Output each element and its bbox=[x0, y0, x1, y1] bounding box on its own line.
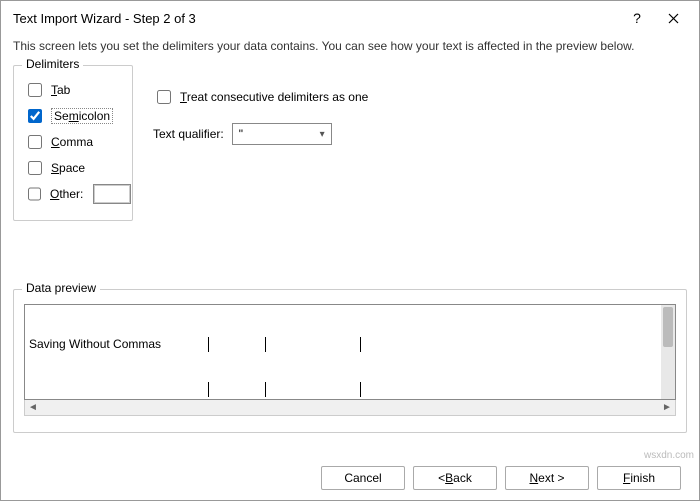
delimiter-other-label: Other: bbox=[50, 187, 83, 201]
data-preview-legend: Data preview bbox=[22, 281, 100, 295]
data-preview-group: Data preview Saving Without Commas Case … bbox=[13, 289, 687, 433]
delimiters-group: Delimiters Tab Semicolon Comma Space bbox=[13, 65, 133, 221]
text-qualifier-value: " bbox=[239, 127, 243, 141]
dialog-window: Text Import Wizard - Step 2 of 3 ? This … bbox=[0, 0, 700, 501]
horizontal-scrollbar[interactable]: ◄ ► bbox=[24, 400, 676, 416]
top-row: Delimiters Tab Semicolon Comma Space bbox=[13, 65, 687, 229]
cell bbox=[360, 337, 460, 352]
delimiter-space-label: Space bbox=[51, 161, 85, 175]
cell: Saving Without Commas bbox=[29, 337, 209, 352]
delimiter-semicolon-checkbox[interactable] bbox=[28, 109, 42, 123]
back-button[interactable]: < Back bbox=[413, 466, 497, 490]
delimiter-semicolon-label: Semicolon bbox=[51, 108, 113, 124]
treat-consecutive-row[interactable]: Treat consecutive delimiters as one bbox=[153, 87, 368, 107]
help-button[interactable]: ? bbox=[619, 4, 655, 32]
cell bbox=[265, 382, 361, 397]
delimiter-semicolon-row[interactable]: Semicolon bbox=[24, 106, 122, 126]
scroll-left-icon[interactable]: ◄ bbox=[25, 402, 41, 413]
dialog-body: Delimiters Tab Semicolon Comma Space bbox=[1, 65, 699, 456]
right-column: Treat consecutive delimiters as one Text… bbox=[153, 65, 368, 229]
next-button[interactable]: Next > bbox=[505, 466, 589, 490]
text-qualifier-row: Text qualifier: " ▾ bbox=[153, 123, 368, 145]
scrollbar-thumb[interactable] bbox=[663, 307, 673, 347]
preview-grid: Saving Without Commas Case IDHomeRegionM… bbox=[25, 305, 661, 399]
cell bbox=[208, 337, 266, 352]
delimiter-space-row[interactable]: Space bbox=[24, 158, 122, 178]
table-row bbox=[29, 382, 657, 397]
chevron-down-icon: ▾ bbox=[320, 129, 325, 140]
cancel-button[interactable]: Cancel bbox=[321, 466, 405, 490]
delimiter-tab-label: Tab bbox=[51, 83, 70, 97]
delimiter-tab-checkbox[interactable] bbox=[28, 83, 42, 97]
cell bbox=[29, 382, 209, 397]
treat-consecutive-label: Treat consecutive delimiters as one bbox=[180, 90, 368, 104]
delimiter-tab-row[interactable]: Tab bbox=[24, 80, 122, 100]
footer-buttons: Cancel < Back Next > Finish bbox=[1, 456, 699, 500]
scroll-right-icon[interactable]: ► bbox=[659, 402, 675, 413]
delimiter-space-checkbox[interactable] bbox=[28, 161, 42, 175]
delimiter-comma-label: Comma bbox=[51, 135, 93, 149]
description-text: This screen lets you set the delimiters … bbox=[1, 35, 699, 65]
preview-content[interactable]: Saving Without Commas Case IDHomeRegionM… bbox=[24, 304, 676, 400]
delimiter-other-input[interactable] bbox=[93, 184, 131, 204]
titlebar: Text Import Wizard - Step 2 of 3 ? bbox=[1, 1, 699, 35]
text-qualifier-label: Text qualifier: bbox=[153, 127, 224, 141]
vertical-scrollbar[interactable] bbox=[661, 305, 675, 399]
delimiter-comma-row[interactable]: Comma bbox=[24, 132, 122, 152]
close-icon bbox=[668, 13, 679, 24]
window-title: Text Import Wizard - Step 2 of 3 bbox=[13, 11, 619, 26]
table-row: Saving Without Commas bbox=[29, 337, 657, 352]
treat-consecutive-checkbox[interactable] bbox=[157, 90, 171, 104]
delimiters-legend: Delimiters bbox=[22, 57, 83, 71]
delimiter-other-row[interactable]: Other: bbox=[24, 184, 122, 204]
cell bbox=[208, 382, 266, 397]
cell bbox=[360, 382, 460, 397]
close-button[interactable] bbox=[655, 4, 691, 32]
text-qualifier-select[interactable]: " ▾ bbox=[232, 123, 332, 145]
scrollbar-track[interactable] bbox=[661, 305, 675, 399]
finish-button[interactable]: Finish bbox=[597, 466, 681, 490]
watermark-text: wsxdn.com bbox=[644, 450, 694, 461]
delimiter-comma-checkbox[interactable] bbox=[28, 135, 42, 149]
delimiter-other-checkbox[interactable] bbox=[28, 187, 41, 201]
cell bbox=[265, 337, 361, 352]
